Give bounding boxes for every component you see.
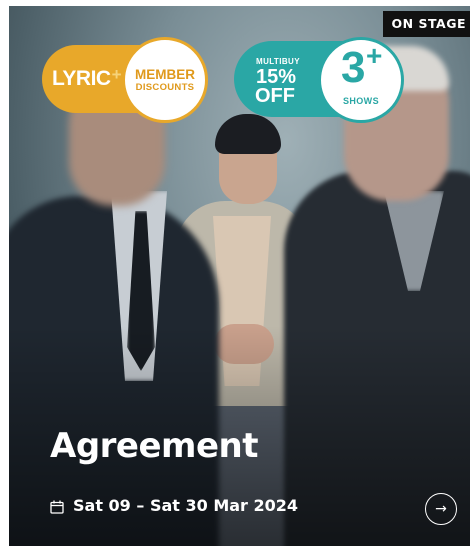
lyric-brand: LYRIC — [52, 67, 111, 90]
calendar-icon — [50, 499, 64, 514]
multibuy-off: OFF — [255, 85, 295, 107]
dates-text: Sat 09 – Sat 30 Mar 2024 — [73, 496, 299, 515]
view-show-button[interactable]: → — [425, 493, 457, 525]
on-stage-badge: ON STAGE — [382, 11, 470, 37]
multibuy-badge: MULTIBUY 15% OFF 3 + SHOWS — [234, 37, 404, 123]
discounts-label: DISCOUNTS — [135, 81, 195, 93]
shows-count: 3 — [341, 43, 366, 92]
multibuy-label: MULTIBUY — [256, 57, 300, 66]
arrow-right-icon: → — [435, 501, 447, 517]
member-circle: MEMBER DISCOUNTS — [122, 37, 208, 123]
shows-label: SHOWS — [342, 96, 379, 106]
member-discount-badge: LYRIC+ MEMBER DISCOUNTS — [42, 37, 210, 123]
shows-circle: 3 + SHOWS — [318, 37, 404, 123]
member-label: MEMBER — [135, 66, 195, 82]
show-dates: Sat 09 – Sat 30 Mar 2024 — [50, 496, 298, 515]
lyric-plus: + — [111, 65, 122, 84]
shows-plus: + — [366, 40, 383, 71]
show-title[interactable]: Agreement — [50, 426, 258, 466]
lyric-logo: LYRIC+ — [52, 65, 122, 91]
multibuy-percent: 15% — [256, 66, 297, 88]
show-card[interactable]: ON STAGE LYRIC+ MEMBER DISCOUNTS MULTIBU… — [9, 6, 470, 546]
